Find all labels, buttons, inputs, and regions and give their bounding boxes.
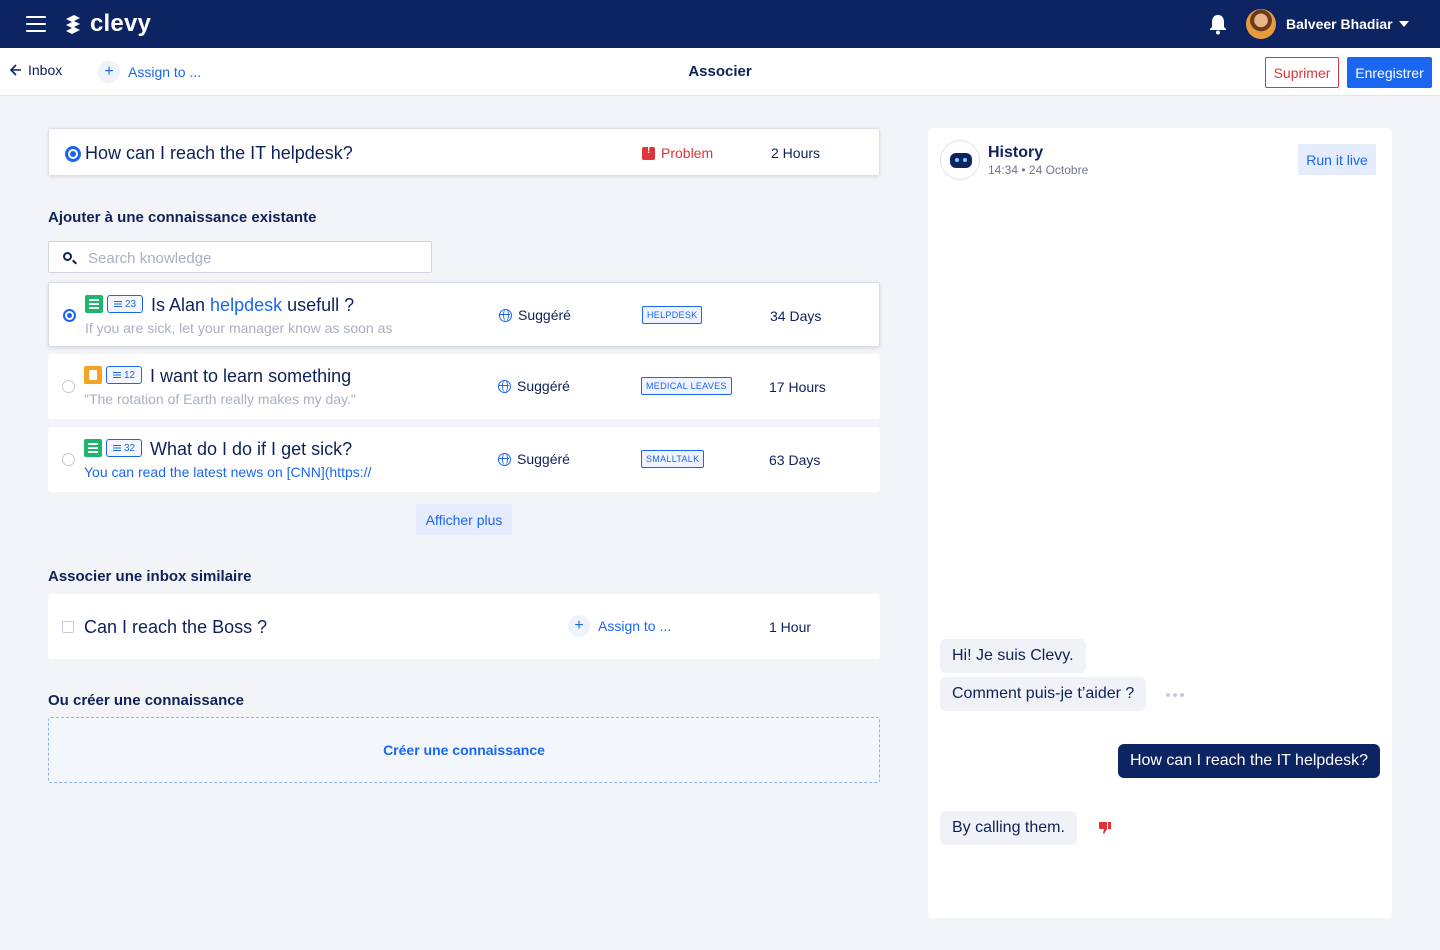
knowledge-language: Suggéré: [498, 451, 570, 467]
clevy-logo[interactable]: clevy: [62, 10, 151, 38]
assign-label: Assign to ...: [598, 618, 672, 634]
similar-checkbox[interactable]: [62, 621, 74, 633]
user-message: How can I reach the IT helpdesk?: [1117, 744, 1380, 778]
search-highlight: helpdesk: [210, 295, 283, 315]
back-label: Inbox: [28, 62, 63, 78]
knowledge-row[interactable]: 23 Is Alan helpdesk usefull ? If you are…: [48, 282, 880, 347]
variants-count: 12: [123, 369, 136, 381]
lines-icon: [113, 301, 122, 307]
problem-icon: [642, 145, 655, 160]
assign-button[interactable]: + Assign to ...: [98, 61, 201, 83]
plus-icon: +: [568, 615, 590, 637]
status-badge: Problem: [642, 145, 713, 161]
arrow-left-icon: [10, 64, 21, 76]
robot-icon: [950, 153, 972, 168]
status-label: Problem: [661, 145, 714, 161]
radio-selected[interactable]: [63, 309, 76, 322]
section-title-existing: Ajouter à une connaissance existante: [48, 209, 317, 226]
language-label: Suggéré: [517, 451, 570, 467]
chevron-down-icon[interactable]: [1399, 21, 1409, 27]
page-icon: [84, 366, 102, 384]
bot-message: Hi! Je suis Clevy.: [940, 639, 1086, 673]
user-name[interactable]: Balveer Bhadiar: [1286, 16, 1393, 32]
bot-avatar: [940, 140, 980, 180]
globe-icon: [498, 379, 511, 393]
variants-count: 32: [123, 442, 136, 454]
language-label: Suggéré: [518, 307, 571, 323]
knowledge-row[interactable]: 32 What do I do if I get sick? You can r…: [48, 427, 880, 492]
knowledge-subtitle: You can read the latest news on [CNN](ht…: [84, 464, 372, 480]
document-icon: [84, 439, 102, 457]
section-title-create: Ou créer une connaissance: [48, 692, 244, 709]
avatar[interactable]: [1246, 9, 1276, 39]
bot-message: Comment puis-je t’aider ?: [940, 677, 1147, 711]
history-timestamp: 14:34 • 24 Octobre: [988, 163, 1089, 177]
knowledge-language: Suggéré: [499, 307, 571, 323]
action-bar: Inbox + Assign to ... Associer Suprimer …: [0, 48, 1440, 96]
document-icon: [85, 295, 103, 313]
variants-count-badge: 23: [107, 295, 143, 313]
page-title: Associer: [688, 63, 752, 80]
plus-icon: +: [98, 61, 120, 83]
save-button[interactable]: Enregistrer: [1347, 57, 1432, 88]
knowledge-time: 17 Hours: [769, 379, 826, 395]
knowledge-time: 34 Days: [770, 308, 822, 324]
menu-icon[interactable]: [26, 16, 46, 32]
similar-title: Can I reach the Boss ?: [84, 617, 268, 637]
variants-count-badge: 32: [106, 439, 142, 457]
knowledge-subtitle: "The rotation of Earth really makes my d…: [84, 391, 356, 407]
show-more-button[interactable]: Afficher plus: [416, 504, 512, 535]
knowledge-subtitle: If you are sick, let your manager know a…: [85, 320, 393, 336]
bell-icon[interactable]: [1208, 13, 1228, 35]
more-dots-icon[interactable]: [1166, 693, 1184, 697]
app-name: clevy: [90, 10, 152, 37]
search-knowledge: [48, 241, 432, 273]
run-it-live-button[interactable]: Run it live: [1298, 144, 1376, 175]
create-knowledge-button[interactable]: Créer une connaissance: [48, 717, 880, 783]
variants-count-badge: 12: [106, 366, 142, 384]
knowledge-language: Suggéré: [498, 378, 570, 394]
messenger-icon: [65, 146, 81, 162]
search-icon: [63, 252, 72, 261]
knowledge-row[interactable]: 12 I want to learn something "The rotati…: [48, 354, 880, 419]
radio-unselected[interactable]: [62, 380, 75, 393]
history-panel: History 14:34 • 24 Octobre Run it live H…: [928, 128, 1392, 918]
similar-time: 1 Hour: [769, 619, 812, 635]
question-card: How can I reach the IT helpdesk? Problem…: [48, 128, 880, 176]
language-label: Suggéré: [517, 378, 570, 394]
variants-count: 23: [124, 298, 137, 310]
bot-message: By calling them.: [940, 811, 1077, 845]
category-tag: HELPDESK: [642, 306, 703, 324]
history-title: History: [988, 144, 1044, 161]
delete-button[interactable]: Suprimer: [1265, 57, 1339, 88]
knowledge-title: Is Alan helpdesk usefull ?: [151, 295, 355, 315]
assign-label: Assign to ...: [128, 64, 202, 80]
similar-assign-button[interactable]: + Assign to ...: [568, 615, 671, 637]
back-to-inbox-link[interactable]: Inbox: [10, 62, 62, 78]
top-nav-bar: clevy Balveer Bhadiar: [0, 0, 1440, 48]
similar-inbox-row: Can I reach the Boss ? + Assign to ... 1…: [48, 594, 880, 659]
globe-icon: [499, 308, 512, 322]
knowledge-title: I want to learn something: [150, 366, 352, 386]
thumbs-down-icon[interactable]: [1098, 821, 1112, 835]
search-input[interactable]: [88, 248, 418, 268]
lines-icon: [112, 372, 121, 378]
question-time: 2 Hours: [771, 145, 821, 161]
globe-icon: [498, 452, 511, 466]
knowledge-title: What do I do if I get sick?: [150, 439, 353, 459]
radio-unselected[interactable]: [62, 453, 75, 466]
lines-icon: [112, 445, 121, 451]
section-title-similar: Associer une inbox similaire: [48, 568, 252, 585]
question-title: How can I reach the IT helpdesk?: [85, 143, 353, 163]
category-tag: SMALLTALK: [641, 450, 705, 468]
clevy-logo-icon: [66, 15, 80, 34]
knowledge-time: 63 Days: [769, 452, 821, 468]
category-tag: MEDICAL LEAVES: [641, 377, 732, 395]
